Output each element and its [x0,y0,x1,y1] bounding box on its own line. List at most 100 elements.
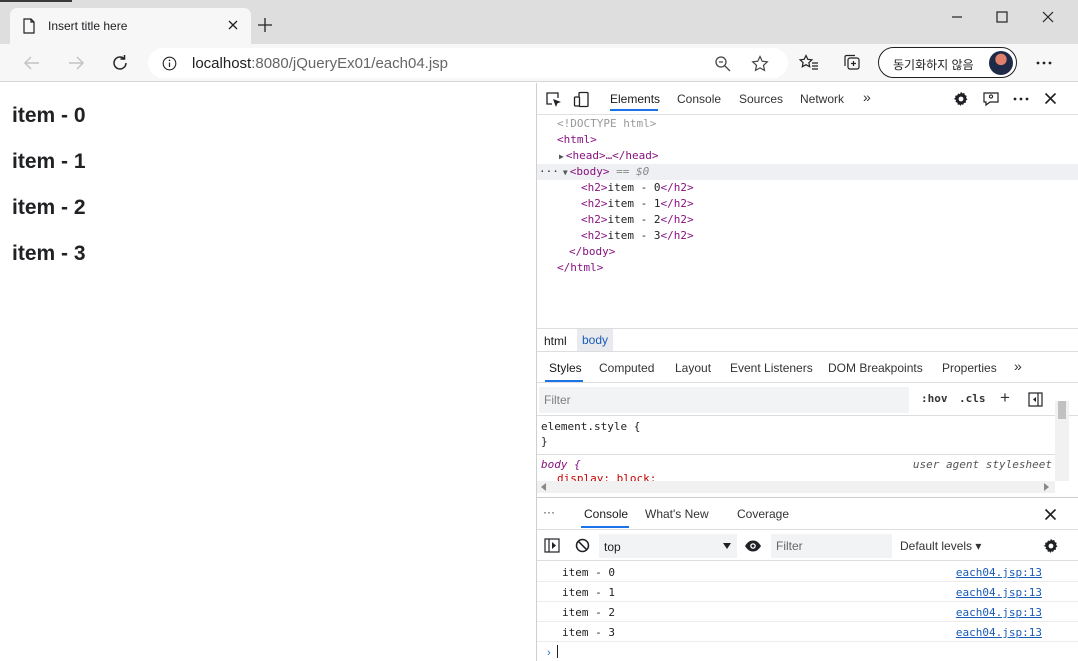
more-subtabs-button[interactable]: » [1014,358,1022,374]
drawer-active-indicator [581,526,629,528]
live-expression-eye-icon[interactable] [744,539,762,553]
profile-sync-button[interactable]: 동기화하지 않음 [878,47,1017,78]
close-devtools-icon[interactable] [1044,92,1057,105]
favorite-star-icon[interactable] [751,55,769,73]
styles-vertical-scrollbar[interactable] [1055,401,1069,481]
styles-subtabs: Styles Computed Layout Event Listeners D… [537,353,1078,383]
source-link[interactable]: each04.jsp:13 [956,586,1042,599]
toggle-sidebar-icon[interactable] [1028,392,1043,407]
tab-properties[interactable]: Properties [942,361,997,375]
dom-node-body[interactable]: ··· ▼ <body> == $0 [537,164,1078,180]
active-subtab-indicator [545,380,583,382]
drawer-tab-whats-new[interactable]: What's New [645,507,709,521]
prompt-chevron-icon: › [547,647,551,659]
scroll-right-icon[interactable] [1043,483,1049,491]
expand-arrow-icon[interactable]: ▶ [559,152,564,161]
settings-gear-icon[interactable] [953,91,969,107]
new-tab-icon[interactable] [257,17,273,33]
tab-elements[interactable]: Elements [610,92,660,106]
tab-styles[interactable]: Styles [549,361,582,375]
inspect-element-icon[interactable] [545,91,562,108]
tab-computed[interactable]: Computed [599,361,654,375]
collections-icon[interactable] [843,54,863,72]
console-output: item - 0 each04.jsp:13 item - 1 each04.j… [537,562,1078,661]
forward-icon[interactable] [66,53,86,73]
dom-node-h2[interactable]: <h2>item - 3</h2> [537,228,1078,244]
node-actions-icon[interactable]: ··· [539,165,559,178]
tab-sources[interactable]: Sources [739,92,783,106]
rule-source: user agent stylesheet [912,458,1052,471]
dom-node-html-close[interactable]: </html> [537,260,1078,276]
tab-layout[interactable]: Layout [675,361,711,375]
more-options-icon[interactable] [1034,53,1054,73]
source-link[interactable]: each04.jsp:13 [956,606,1042,619]
console-settings-gear-icon[interactable] [1043,538,1059,554]
dom-node-h2[interactable]: <h2>item - 2</h2> [537,212,1078,228]
h2-text: item - 1 [607,197,661,210]
dom-node-head[interactable]: ▶ <head>…</head> [537,148,1078,164]
body-rule-declaration: display: block; [557,472,657,481]
zoom-icon[interactable] [714,55,732,73]
favorites-icon[interactable] [799,54,819,72]
dom-node-h2[interactable]: <h2>item - 1</h2> [537,196,1078,212]
context-selector[interactable]: top [599,534,737,558]
console-message-text: item - 2 [562,606,615,619]
breadcrumb-body[interactable]: body [577,329,614,351]
page-icon [22,18,36,34]
source-link[interactable]: each04.jsp:13 [956,626,1042,639]
refresh-icon[interactable] [110,53,130,73]
scroll-left-icon[interactable] [541,483,547,491]
browser-tab[interactable]: Insert title here [10,8,251,44]
url-text[interactable]: localhost:8080/jQueryEx01/each04.jsp [192,55,448,72]
close-window-icon[interactable] [1041,10,1055,24]
element-style-selector[interactable]: element.style { [541,420,640,433]
breadcrumb: html body [537,328,1078,352]
style-rules-pane: element.style { } body { user agent styl… [537,417,1055,481]
site-info-icon[interactable] [162,56,177,71]
close-drawer-icon[interactable] [1044,508,1057,521]
more-tabs-button[interactable]: » [863,89,871,105]
tab-dom-breakpoints[interactable]: DOM Breakpoints [828,361,923,375]
dom-node-doctype[interactable]: <!DOCTYPE html> [537,116,1078,132]
console-drawer: ··· Console What's New Coverage top Filt… [537,497,1078,661]
drawer-menu-icon[interactable]: ··· [543,505,555,519]
page-viewport: item - 0 item - 1 item - 2 item - 3 [3,83,536,661]
devtools-panel: Elements Console Sources Network » <!DOC… [537,83,1078,661]
tab-title: Insert title here [48,19,128,33]
cls-toggle[interactable]: .cls [959,392,986,405]
breadcrumb-html[interactable]: html [544,334,567,348]
h2-text: item - 2 [607,213,661,226]
dom-node-body-close[interactable]: </body> [537,244,1078,260]
tab-network[interactable]: Network [800,92,844,106]
collapse-arrow-icon[interactable]: ▼ [563,168,568,177]
console-filter-input[interactable] [771,534,892,558]
dom-node-html[interactable]: <html> [537,132,1078,148]
tab-console[interactable]: Console [677,92,721,106]
source-link[interactable]: each04.jsp:13 [956,566,1042,579]
clear-console-icon[interactable] [575,538,590,553]
customize-menu-icon[interactable] [1012,91,1030,107]
drawer-tab-coverage[interactable]: Coverage [737,507,789,521]
maximize-icon[interactable] [995,10,1009,24]
device-toolbar-icon[interactable] [573,91,590,108]
console-message-text: item - 0 [562,566,615,579]
console-message: item - 2 each04.jsp:13 [537,602,1078,622]
close-tab-icon[interactable] [226,18,240,32]
address-bar[interactable]: localhost:8080/jQueryEx01/each04.jsp [148,48,788,78]
item-heading: item - 3 [12,242,86,265]
console-sidebar-icon[interactable] [544,538,560,553]
tab-event-listeners[interactable]: Event Listeners [730,361,813,375]
feedback-icon[interactable] [982,90,1000,108]
scroll-thumb[interactable] [1058,401,1066,419]
log-levels-dropdown[interactable]: Default levels ▾ [900,539,981,553]
hov-toggle[interactable]: :hov [921,392,948,405]
minimize-icon[interactable] [950,10,964,24]
console-prompt[interactable]: › [547,645,558,659]
new-style-rule-button[interactable]: + [1000,388,1010,408]
back-icon[interactable] [22,53,42,73]
drawer-tab-console[interactable]: Console [584,507,628,521]
devtools-toolbar: Elements Console Sources Network » [537,83,1078,115]
styles-horizontal-scrollbar[interactable] [537,481,1055,493]
dom-node-h2[interactable]: <h2>item - 0</h2> [537,180,1078,196]
styles-filter-input[interactable] [539,387,909,413]
